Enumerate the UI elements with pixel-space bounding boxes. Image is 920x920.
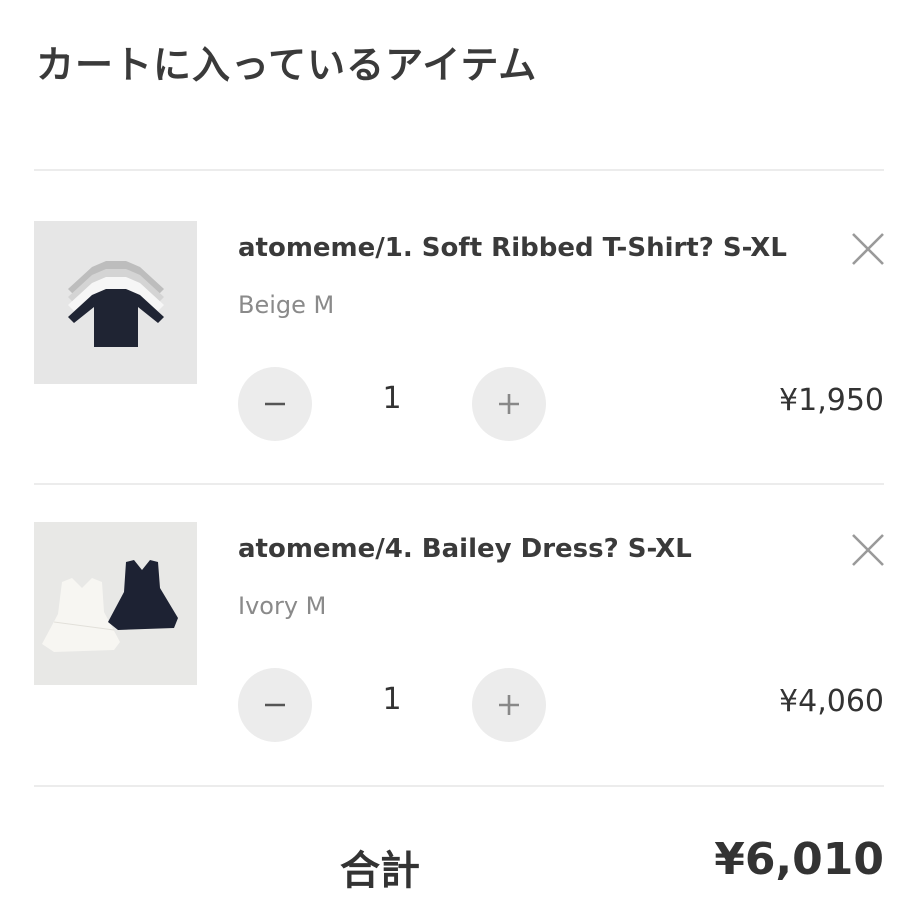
plus-icon <box>499 695 519 715</box>
decrease-quantity-button[interactable] <box>238 367 312 441</box>
plus-icon <box>499 394 519 414</box>
minus-icon <box>265 703 285 707</box>
total-value: ¥6,010 <box>714 834 884 885</box>
increase-quantity-button[interactable] <box>472 668 546 742</box>
item-price: ¥4,060 <box>779 684 884 719</box>
close-icon[interactable] <box>850 231 886 267</box>
decrease-quantity-button[interactable] <box>238 668 312 742</box>
total-label: 合計 <box>340 848 420 894</box>
product-variant: Beige M <box>238 291 335 319</box>
increase-quantity-button[interactable] <box>472 367 546 441</box>
divider-bottom <box>34 785 884 787</box>
close-icon[interactable] <box>850 532 886 568</box>
product-image-tshirt[interactable] <box>34 221 197 384</box>
product-variant: Ivory M <box>238 592 327 620</box>
cart-item: atomeme/1. Soft Ribbed T-Shirt? S-XL Bei… <box>0 221 920 451</box>
quantity-value: 1 <box>382 381 402 416</box>
product-name[interactable]: atomeme/4. Bailey Dress? S-XL <box>238 534 692 564</box>
product-image-dress[interactable] <box>34 522 197 685</box>
cart-title: カートに入っているアイテム <box>36 43 538 87</box>
product-name[interactable]: atomeme/1. Soft Ribbed T-Shirt? S-XL <box>238 233 787 263</box>
divider-middle <box>34 483 884 485</box>
cart-item: atomeme/4. Bailey Dress? S-XL Ivory M 1 … <box>0 522 920 752</box>
quantity-value: 1 <box>382 682 402 717</box>
item-price: ¥1,950 <box>779 383 884 418</box>
minus-icon <box>265 402 285 406</box>
divider-top <box>34 169 884 171</box>
